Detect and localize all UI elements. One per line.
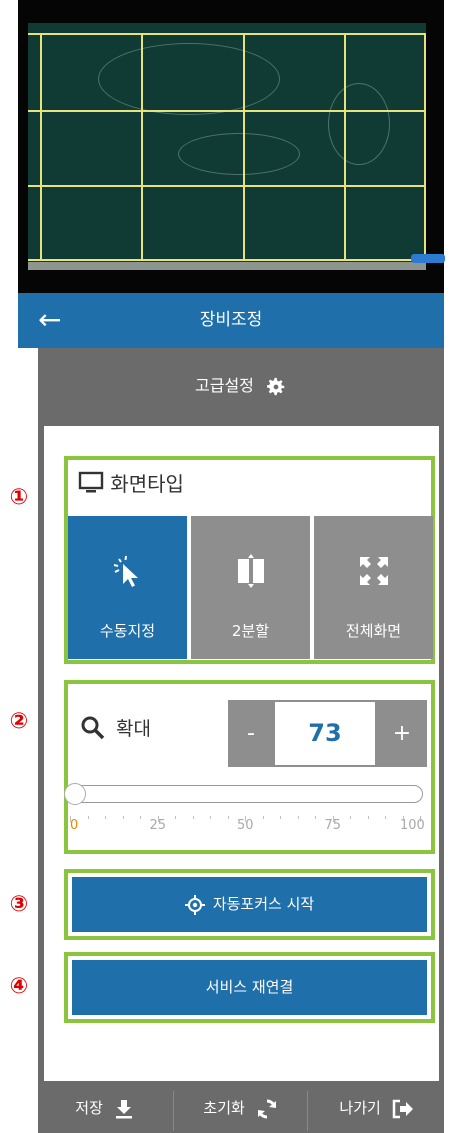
reconnect-service-button[interactable]: 서비스 재연결 — [72, 960, 427, 1015]
split-icon — [237, 554, 264, 588]
advanced-settings-bar[interactable]: 고급설정 — [38, 348, 444, 426]
expand-icon — [359, 557, 388, 585]
slider-tick — [140, 816, 141, 819]
target-icon — [184, 894, 205, 915]
slider-tick — [315, 816, 316, 819]
slider-tick — [367, 816, 369, 819]
screen-type-title: 화면타입 — [110, 472, 184, 496]
chalkboard-view — [28, 23, 426, 266]
search-icon — [81, 716, 105, 739]
autofocus-label: 자동포커스 시작 — [212, 895, 315, 913]
slider-tick — [262, 816, 264, 819]
autofocus-group: 자동포커스 시작 — [64, 869, 435, 940]
type-split-button[interactable]: 2분할 — [191, 516, 310, 659]
page-title: 장비조정 — [199, 310, 263, 330]
type-split-label: 2분할 — [231, 622, 270, 640]
toolbar-divider — [307, 1091, 308, 1131]
zoom-group: 확대 - 73 + 0 25 50 75 100 — [64, 680, 435, 854]
zoom-slider-thumb[interactable] — [64, 783, 86, 805]
slider-tick-label: 0 — [70, 818, 79, 833]
pointer-click-icon — [113, 555, 138, 587]
reconnect-label: 서비스 재연결 — [205, 978, 294, 996]
board-tray — [28, 262, 426, 270]
slider-tick — [297, 816, 299, 819]
screen-type-header: 화면타입 — [78, 468, 184, 498]
autofocus-start-button[interactable]: 자동포커스 시작 — [72, 877, 427, 932]
type-fullscreen-button[interactable]: 전체화면 — [314, 516, 433, 659]
slider-tick — [192, 816, 194, 819]
refresh-icon — [257, 1098, 276, 1119]
camera-preview — [18, 0, 445, 293]
annotation-marker-2: ② — [9, 709, 29, 734]
slider-tick — [105, 816, 106, 819]
save-button[interactable]: 저장 — [38, 1083, 171, 1133]
annotation-marker-3: ③ — [9, 892, 29, 917]
slider-tick — [350, 816, 351, 819]
type-manual-label: 수동지정 — [99, 622, 156, 640]
slider-tick — [210, 816, 211, 819]
slider-tick-label: 25 — [149, 818, 167, 833]
zoom-header: 확대 — [80, 714, 151, 741]
slider-tick — [122, 816, 124, 819]
slider-tick — [385, 816, 386, 819]
zoom-label: 확대 — [116, 718, 152, 740]
reset-button[interactable]: 초기화 — [174, 1083, 307, 1133]
slider-tick — [280, 816, 281, 819]
slider-tick — [87, 816, 89, 819]
zoom-slider[interactable] — [72, 785, 423, 803]
zoom-stepper: - 73 + — [228, 700, 427, 767]
advanced-settings-label: 고급설정 — [195, 376, 254, 395]
zoom-plus-button[interactable]: + — [377, 700, 427, 767]
slider-tick-label: 100 — [400, 818, 425, 833]
reconnect-group: 서비스 재연결 — [64, 952, 435, 1023]
slider-tick — [175, 816, 176, 819]
save-label: 저장 — [75, 1099, 103, 1117]
bottom-toolbar: 저장 초기화 나가기 — [38, 1083, 444, 1133]
settings-content: 화면타입 수동지정 2분할 전체화면 확대 - 73 + 0 25 50 75 … — [44, 426, 439, 1081]
gear-icon — [267, 377, 285, 395]
download-icon — [115, 1099, 132, 1118]
exit-icon — [392, 1099, 413, 1118]
monitor-icon — [78, 471, 104, 492]
zoom-minus-button[interactable]: - — [228, 700, 274, 767]
exit-button[interactable]: 나가기 — [310, 1083, 443, 1133]
header-bar: ← 장비조정 — [18, 293, 444, 348]
exit-label: 나가기 — [339, 1099, 381, 1117]
slider-tick — [227, 816, 229, 819]
type-fullscreen-label: 전체화면 — [345, 622, 402, 640]
type-manual-button[interactable]: 수동지정 — [68, 516, 187, 659]
zoom-value[interactable]: 73 — [275, 702, 375, 765]
annotation-marker-4: ④ — [9, 974, 29, 999]
eraser — [411, 254, 445, 263]
slider-tick-label: 50 — [237, 818, 254, 833]
slider-tick-label: 75 — [324, 818, 342, 833]
reset-label: 초기화 — [203, 1099, 245, 1117]
annotation-marker-1: ① — [9, 485, 29, 510]
settings-panel: 고급설정 화면타입 수동지정 2분할 전체화면 확대 - 73 + 0 25 5… — [38, 348, 444, 1133]
screen-type-group: 화면타입 수동지정 2분할 전체화면 — [64, 456, 435, 664]
